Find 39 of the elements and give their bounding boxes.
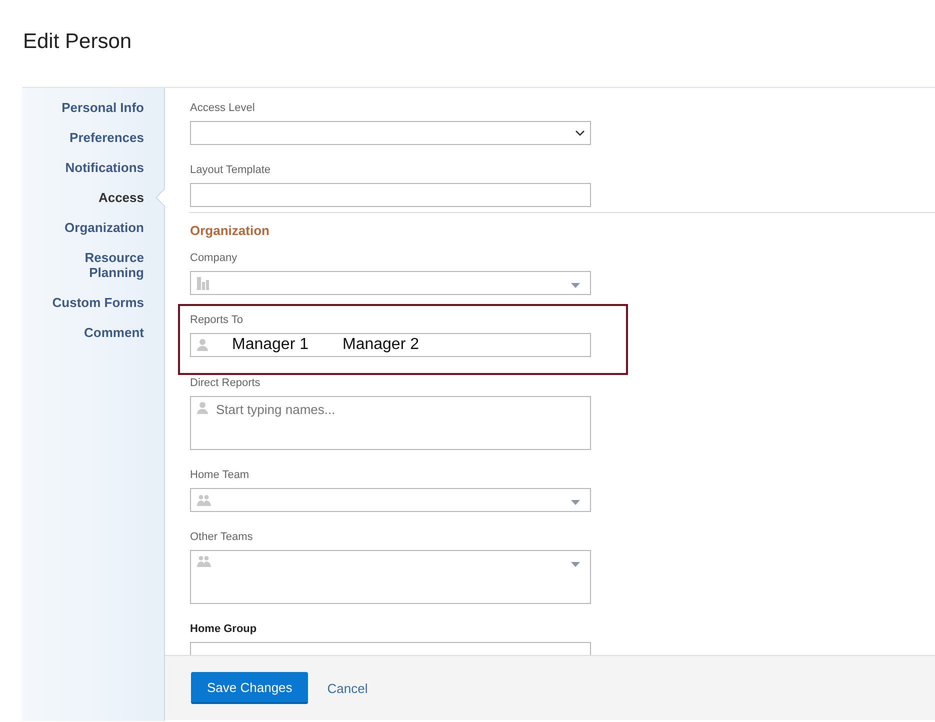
sidebar-item[interactable]: Comment xyxy=(22,325,164,340)
input-field[interactable]: Manager 1 Manager 2 xyxy=(190,333,591,357)
select-field[interactable] xyxy=(190,550,591,604)
name-token: Manager 1 xyxy=(232,336,308,354)
input-field[interactable] xyxy=(190,183,591,207)
cancel-link[interactable]: Cancel xyxy=(327,680,368,696)
sidebar-item[interactable]: Custom Forms xyxy=(22,295,164,310)
field-label: Direct Reports xyxy=(190,377,262,390)
people-icon xyxy=(197,494,211,506)
person-icon xyxy=(197,339,208,351)
select-field[interactable] xyxy=(190,488,591,512)
field-label: Home Group xyxy=(190,623,258,636)
name-token: Manager 2 xyxy=(342,336,419,354)
select-field[interactable] xyxy=(190,271,591,295)
field-label: Other Teams xyxy=(190,531,254,544)
building-icon xyxy=(197,276,209,290)
section-heading: Organization xyxy=(190,223,270,238)
field-label: Company xyxy=(190,252,238,265)
field-label: Reports To xyxy=(190,314,244,327)
people-icon xyxy=(197,556,211,567)
save-button[interactable]: Save Changes xyxy=(191,672,308,704)
placeholder-text: Start typing names... xyxy=(216,402,336,417)
sidebar-item[interactable]: Preferences xyxy=(22,130,164,145)
field-label: Access Level xyxy=(190,102,256,115)
sidebar-item[interactable]: Notifications xyxy=(22,160,164,175)
field-label: Home Team xyxy=(190,469,250,482)
person-icon xyxy=(197,402,208,414)
sidebar-item[interactable]: Personal Info xyxy=(22,100,164,115)
caret-icon xyxy=(571,500,580,505)
sidebar-item[interactable]: Organization xyxy=(22,220,164,235)
sidebar-item[interactable]: Resource Planning xyxy=(22,250,164,280)
input-field[interactable]: Start typing names... xyxy=(190,396,591,450)
caret-icon xyxy=(571,283,580,288)
page-title: Edit Person xyxy=(22,29,133,55)
select-field[interactable] xyxy=(190,121,591,145)
caret-icon xyxy=(571,562,580,567)
chevron-icon xyxy=(575,130,585,136)
sidebar-item[interactable]: Access xyxy=(22,190,164,205)
field-label: Layout Template xyxy=(190,164,272,177)
